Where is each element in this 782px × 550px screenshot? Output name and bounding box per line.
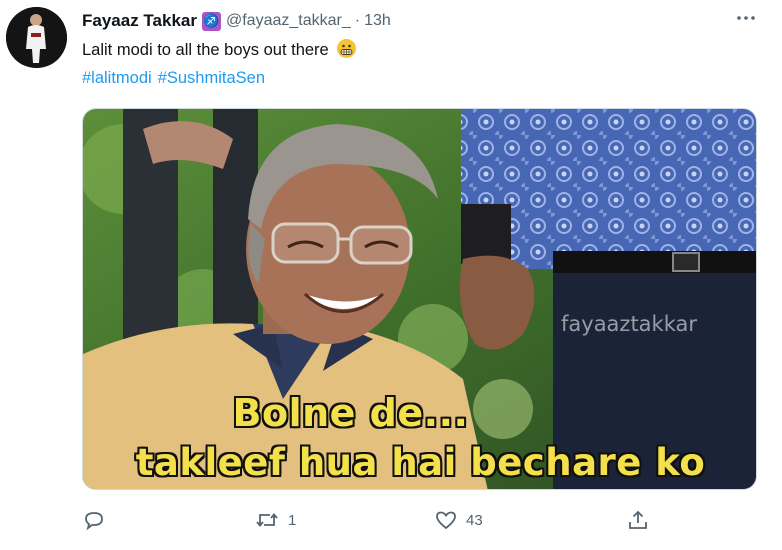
like-button[interactable]: 43 xyxy=(434,508,483,532)
separator-dot: · xyxy=(354,12,361,29)
tweet-header: Fayaaz Takkar ♐ @fayaaz_takkar_ · 13h xyxy=(82,10,391,32)
like-count: 43 xyxy=(466,511,483,529)
image-caption-line2: takleef hua hai bechare ko xyxy=(135,441,706,484)
image-caption-line1: Bolne de... xyxy=(232,391,469,435)
tweet-body: Lalit modi to all the boys out there xyxy=(82,41,329,59)
heart-icon xyxy=(434,508,458,532)
reply-icon xyxy=(82,508,106,532)
reply-button[interactable] xyxy=(82,508,114,532)
tweet-card[interactable]: Fayaaz Takkar ♐ @fayaaz_takkar_ · 13h La… xyxy=(0,0,782,550)
more-options-icon[interactable] xyxy=(734,6,758,30)
sagittarius-icon: ♐ xyxy=(201,11,221,31)
retweet-icon xyxy=(254,508,280,532)
hashtag-link[interactable]: #lalitmodi xyxy=(82,69,152,87)
author-handle[interactable]: @fayaaz_takkar_ xyxy=(226,12,351,30)
image-watermark: fayaaztakkar xyxy=(561,312,698,336)
hashtag-link[interactable]: #SushmitaSen xyxy=(158,69,265,87)
hashtags: #lalitmodi #SushmitaSen xyxy=(82,66,271,90)
author-name[interactable]: Fayaaz Takkar xyxy=(82,11,197,31)
tweet-text: Lalit modi to all the boys out there xyxy=(82,38,357,62)
grimacing-face-icon xyxy=(337,39,357,58)
share-button[interactable] xyxy=(626,508,650,532)
retweet-button[interactable]: 1 xyxy=(254,508,296,532)
tweet-image[interactable]: fayaaztakkar Bolne de... takleef hua hai… xyxy=(82,108,757,490)
avatar[interactable] xyxy=(6,7,67,68)
action-bar: 1 43 xyxy=(82,508,682,536)
retweet-count: 1 xyxy=(288,511,297,529)
share-icon xyxy=(626,508,650,532)
timestamp[interactable]: 13h xyxy=(364,12,391,30)
